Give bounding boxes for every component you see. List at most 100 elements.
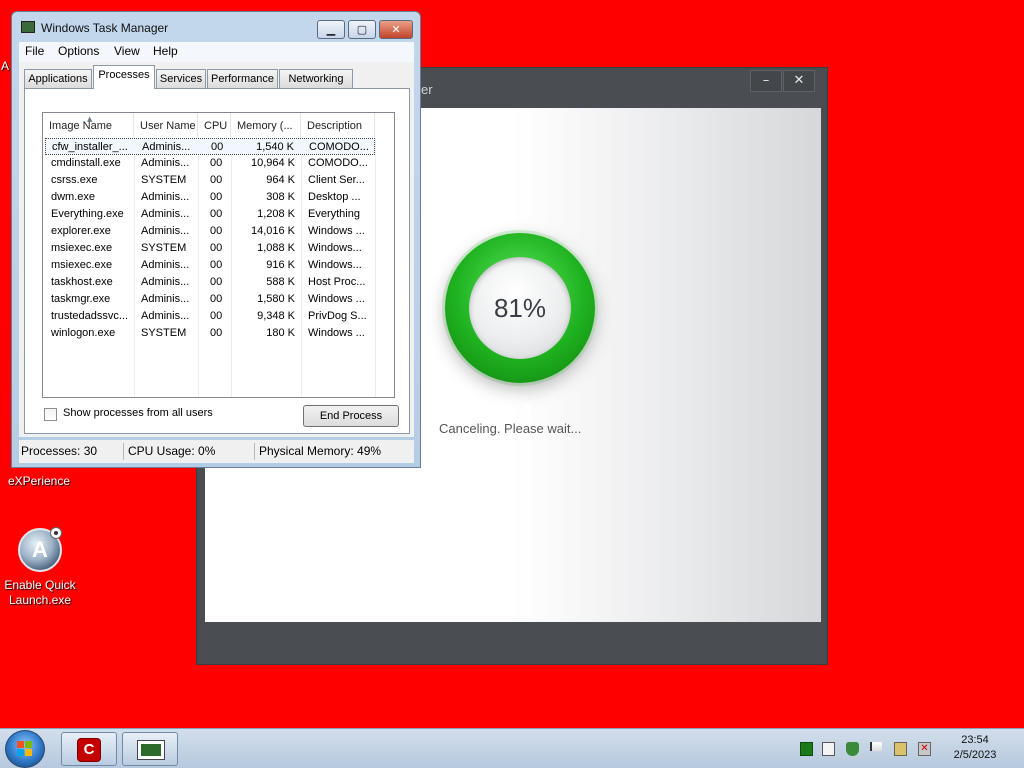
windows-logo-icon bbox=[17, 741, 33, 757]
table-row[interactable]: trustedadssvc... Adminis... 00 9,348 K PrivD… bbox=[45, 308, 375, 325]
network-icon[interactable] bbox=[800, 742, 813, 756]
clipboard-icon[interactable] bbox=[822, 742, 835, 756]
menu-options[interactable]: Options bbox=[58, 44, 99, 58]
process-memory: 1,208 K bbox=[257, 208, 295, 220]
network-connection-icon[interactable] bbox=[894, 742, 907, 756]
process-image-name: msiexec.exe bbox=[51, 242, 113, 254]
process-description: Windows... bbox=[308, 242, 362, 254]
column-header-cpu[interactable]: CPU bbox=[198, 113, 231, 137]
column-header-description[interactable]: Description bbox=[301, 113, 375, 137]
menu-bar: File Options View Help bbox=[19, 42, 414, 62]
table-row[interactable]: winlogon.exe SYSTEM 00 180 K Windows ... bbox=[45, 325, 375, 342]
column-divider bbox=[375, 137, 376, 397]
process-image-name: trustedadssvc... bbox=[51, 310, 129, 322]
table-row[interactable]: Everything.exe Adminis... 00 1,208 K Everyth… bbox=[45, 206, 375, 223]
process-memory: 916 K bbox=[266, 259, 295, 271]
status-physical-memory: Physical Memory: 49% bbox=[259, 444, 382, 458]
process-cpu: 00 bbox=[210, 276, 223, 288]
process-description: Windows... bbox=[308, 259, 362, 271]
end-process-button[interactable]: End Process bbox=[303, 405, 399, 427]
sort-ascending-icon: ▲ bbox=[87, 115, 93, 123]
table-row[interactable]: msiexec.exe SYSTEM 00 1,088 K Windows... bbox=[45, 240, 375, 257]
menu-file[interactable]: File bbox=[25, 44, 44, 58]
mouse-cursor-icon bbox=[522, 399, 535, 417]
process-user-name: SYSTEM bbox=[141, 327, 187, 339]
progress-ring-center: 81% bbox=[469, 257, 571, 359]
tab-services[interactable]: Services bbox=[156, 69, 206, 88]
process-cpu: 00 bbox=[210, 293, 223, 305]
tab-applications[interactable]: Applications bbox=[24, 69, 92, 88]
installer-minimize-button[interactable]: – bbox=[750, 70, 782, 92]
column-header-memory[interactable]: Memory (... bbox=[231, 113, 301, 137]
table-row[interactable]: dwm.exe Adminis... 00 308 K Desktop ... bbox=[45, 189, 375, 206]
desktop-icon-quick-launch-label[interactable]: Enable Quick Launch.exe bbox=[0, 578, 80, 608]
tab-networking[interactable]: Networking bbox=[279, 69, 353, 88]
process-memory: 964 K bbox=[266, 174, 295, 186]
process-memory: 10,964 K bbox=[250, 157, 295, 169]
process-image-name: csrss.exe bbox=[51, 174, 98, 186]
security-shield-icon[interactable] bbox=[846, 742, 859, 756]
table-row[interactable]: csrss.exe SYSTEM 00 964 K Client Ser... bbox=[45, 172, 375, 189]
process-list[interactable]: Image Name ▲ User Name CPU Memory (... D… bbox=[42, 112, 395, 398]
task-manager-icon bbox=[137, 740, 165, 760]
process-cpu: 00 bbox=[210, 225, 223, 237]
minimize-button[interactable]: ▁ bbox=[317, 20, 345, 39]
process-user-name: SYSTEM bbox=[141, 174, 187, 186]
process-cpu: 00 bbox=[210, 310, 223, 322]
volume-muted-icon[interactable]: ✕ bbox=[918, 742, 931, 756]
process-description: PrivDog S... bbox=[308, 310, 367, 322]
table-row[interactable]: msiexec.exe Adminis... 00 916 K Windows... bbox=[45, 257, 375, 274]
maximize-button[interactable]: ▢ bbox=[348, 20, 376, 39]
process-cpu: 00 bbox=[210, 208, 223, 220]
process-description: Client Ser... bbox=[308, 174, 365, 186]
process-image-name: taskhost.exe bbox=[51, 276, 113, 288]
action-center-flag-icon[interactable] bbox=[870, 742, 882, 751]
process-image-name: Everything.exe bbox=[51, 208, 124, 220]
process-cpu: 00 bbox=[210, 242, 223, 254]
table-row[interactable]: taskmgr.exe Adminis... 00 1,580 K Windows ..… bbox=[45, 291, 375, 308]
comodo-icon: C bbox=[77, 738, 101, 762]
process-cpu: 00 bbox=[210, 259, 223, 271]
menu-view[interactable]: View bbox=[114, 44, 140, 58]
process-description: Host Proc... bbox=[308, 276, 366, 288]
process-description: COMODO... bbox=[308, 157, 368, 169]
clock-date: 2/5/2023 bbox=[953, 749, 997, 761]
menu-help[interactable]: Help bbox=[153, 44, 178, 58]
task-manager-body: Applications Processes Services Performa… bbox=[19, 62, 414, 437]
clock-time: 23:54 bbox=[961, 734, 989, 746]
process-user-name: Adminis... bbox=[141, 208, 190, 220]
process-image-name: taskmgr.exe bbox=[51, 293, 111, 305]
process-image-name: dwm.exe bbox=[51, 191, 96, 203]
process-memory: 1,580 K bbox=[257, 293, 295, 305]
desktop-icon-experience-label[interactable]: eXPerience bbox=[4, 474, 74, 489]
status-processes: Processes: 30 bbox=[21, 444, 98, 458]
tab-processes[interactable]: Processes bbox=[93, 65, 155, 89]
status-cpu-usage: CPU Usage: 0% bbox=[128, 444, 216, 458]
show-all-processes-checkbox[interactable] bbox=[44, 408, 57, 421]
process-user-name: Adminis... bbox=[141, 225, 190, 237]
process-memory: 588 K bbox=[266, 276, 295, 288]
start-button[interactable] bbox=[5, 730, 45, 768]
close-button[interactable]: ✕ bbox=[379, 20, 413, 39]
task-manager-window: Windows Task Manager ▁ ▢ ✕ File Options … bbox=[11, 11, 421, 468]
process-description: Everything bbox=[308, 208, 360, 220]
table-row[interactable]: cmdinstall.exe Adminis... 00 10,964 K COMODO… bbox=[45, 155, 375, 172]
taskbar-task-manager-button[interactable] bbox=[122, 732, 178, 766]
table-row[interactable]: explorer.exe Adminis... 00 14,016 K Windows … bbox=[45, 223, 375, 240]
table-row[interactable]: cfw_installer_... Adminis... 00 1,540 K COMO… bbox=[45, 138, 375, 155]
taskbar-comodo-button[interactable]: C bbox=[61, 732, 117, 766]
installer-close-button[interactable]: ✕ bbox=[783, 70, 815, 92]
task-manager-titlebar[interactable]: Windows Task Manager ▁ ▢ ✕ bbox=[12, 12, 420, 42]
tab-performance[interactable]: Performance bbox=[207, 69, 278, 88]
task-manager-title: Windows Task Manager bbox=[41, 21, 169, 35]
show-all-processes-label[interactable]: Show processes from all users bbox=[63, 407, 213, 419]
task-manager-app-icon bbox=[21, 21, 35, 33]
column-header-user-name[interactable]: User Name bbox=[134, 113, 198, 137]
status-divider bbox=[123, 443, 124, 460]
process-user-name: Adminis... bbox=[141, 293, 190, 305]
table-row[interactable]: taskhost.exe Adminis... 00 588 K Host Proc..… bbox=[45, 274, 375, 291]
process-user-name: Adminis... bbox=[142, 141, 191, 153]
clock[interactable]: 23:54 2/5/2023 bbox=[945, 733, 1005, 763]
process-image-name: cmdinstall.exe bbox=[51, 157, 121, 169]
desktop-clipped-label: A bbox=[1, 59, 10, 73]
